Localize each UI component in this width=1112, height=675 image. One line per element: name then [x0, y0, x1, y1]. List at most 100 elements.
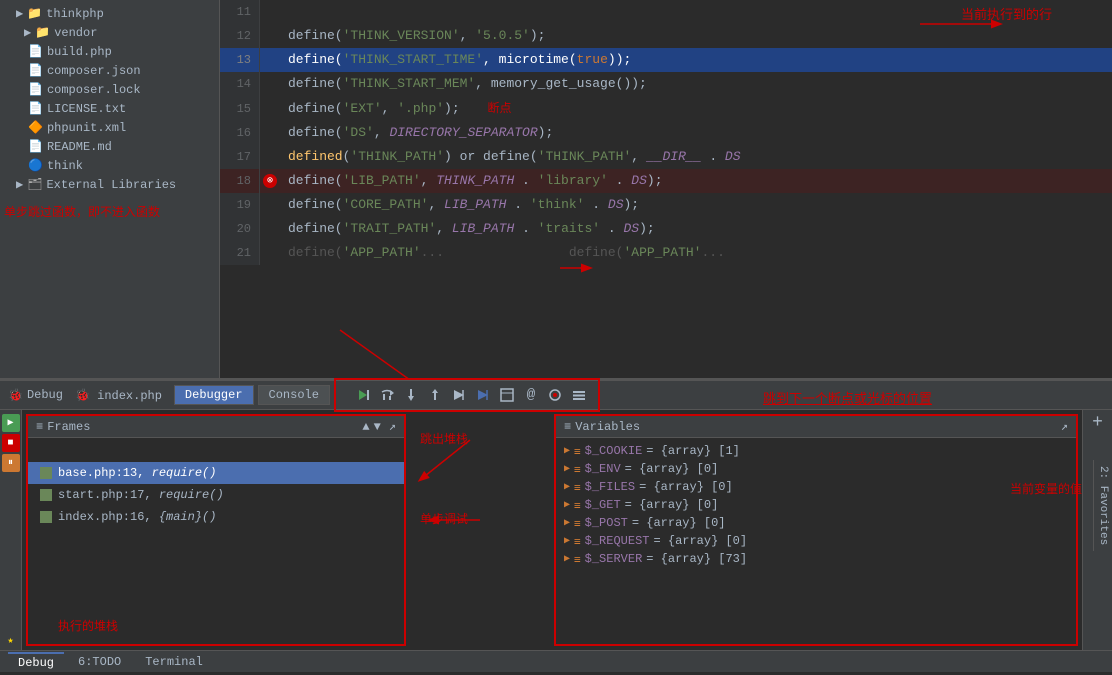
vars-title: Variables: [575, 420, 640, 434]
bottom-panel: ▶ ■ ⏸ ★ ≡ Frames ▲ ▼ ↗ base: [0, 410, 1112, 650]
step-over-button[interactable]: [376, 384, 398, 406]
file-tree-item[interactable]: 🔶 phpunit.xml: [0, 118, 219, 137]
var-value: = {array} [0]: [653, 534, 747, 548]
bottom-tab-terminal[interactable]: Terminal: [135, 653, 213, 671]
frames-expand-btn[interactable]: ↗: [389, 419, 396, 434]
frame-icon: [40, 467, 52, 479]
breakpoint-marker: [260, 217, 280, 241]
line-number: 15: [220, 96, 260, 121]
debug-toolbar: @: [346, 382, 596, 408]
frame-item[interactable]: base.php:13, require(): [28, 462, 404, 484]
line-number: 19: [220, 193, 260, 217]
file-tree-item[interactable]: ▶ 🗂 External Libraries: [0, 175, 219, 194]
code-line-13: 13 define('THINK_START_TIME', microtime(…: [220, 48, 1112, 72]
folder-icon3: 🗂: [27, 177, 42, 192]
var-icon: ≡: [574, 535, 581, 548]
bottom-tab-todo[interactable]: 6:TODO: [68, 653, 131, 671]
code-line-16: 16 define('DS', DIRECTORY_SEPARATOR);: [220, 121, 1112, 145]
code-line-12: 12 define('THINK_VERSION', '5.0.5');: [220, 24, 1112, 48]
breakpoint-marker: [260, 72, 280, 96]
var-item[interactable]: ▶ ≡ $_COOKIE = {array} [1]: [564, 442, 1068, 460]
xml-file-icon: 🔶: [28, 120, 43, 135]
vars-icon: ≡: [564, 420, 571, 434]
var-icon: ≡: [574, 517, 581, 530]
evaluate-button[interactable]: [472, 384, 494, 406]
frames-button[interactable]: [496, 384, 518, 406]
line-number: 16: [220, 121, 260, 145]
line-number: 20: [220, 217, 260, 241]
pause-side-btn[interactable]: ⏸: [2, 454, 20, 472]
record-button[interactable]: [544, 384, 566, 406]
file-tree-label: phpunit.xml: [47, 121, 126, 135]
file-tree-item[interactable]: 📄 build.php: [0, 42, 219, 61]
file-tree-label: composer.json: [47, 64, 141, 78]
file-tree-item[interactable]: 📄 composer.lock: [0, 80, 219, 99]
file-tree-label: vendor: [54, 26, 97, 40]
frames-arrows: ▲ ▼: [362, 420, 380, 434]
favorites-tab[interactable]: 2: Favorites: [1093, 460, 1112, 551]
code-line-20: 20 define('TRAIT_PATH', LIB_PATH . 'trai…: [220, 217, 1112, 241]
jump-next-annotation: 跳到下一个断点或光标的位置: [763, 388, 932, 407]
file-tree-item[interactable]: 📄 README.md: [0, 137, 219, 156]
file-tree-item[interactable]: 🔵 think: [0, 156, 219, 175]
line-number: 17: [220, 145, 260, 169]
console-tab[interactable]: Console: [258, 385, 330, 405]
var-name: $_ENV: [585, 462, 621, 476]
step-out-button[interactable]: [424, 384, 446, 406]
resume-button[interactable]: [352, 384, 374, 406]
breakpoint-marker: [260, 121, 280, 145]
frames-down-btn[interactable]: ▼: [374, 420, 381, 434]
var-value: = {array} [0]: [625, 498, 719, 512]
stop-side-btn[interactable]: ■: [2, 434, 20, 452]
var-name: $_COOKIE: [585, 444, 643, 458]
var-name: $_GET: [585, 498, 621, 512]
star-btn[interactable]: ★: [2, 632, 20, 650]
var-expand-icon: ▶: [564, 553, 570, 565]
line-number: 21: [220, 241, 260, 265]
editor-area: ▶ 📁 thinkphp ▶ 📁 vendor 📄 build.php 📄 co…: [0, 0, 1112, 380]
bottom-tab-debug[interactable]: Debug: [8, 652, 64, 672]
var-item[interactable]: ▶ ≡ $_GET = {array} [0]: [564, 496, 1068, 514]
frames-up-btn[interactable]: ▲: [362, 420, 369, 434]
php-file-icon: 📄: [28, 44, 43, 59]
var-item[interactable]: ▶ ≡ $_SERVER = {array} [73]: [564, 550, 1068, 568]
file-tree-item[interactable]: ▶ 📁 vendor: [0, 23, 219, 42]
code-lines: 11 12 define('THINK_VERSION', '5.0.5'); …: [220, 0, 1112, 265]
arrow-svg: [410, 410, 550, 610]
var-name: $_REQUEST: [585, 534, 650, 548]
breakpoint-marker: [260, 96, 280, 121]
var-item[interactable]: ▶ ≡ $_REQUEST = {array} [0]: [564, 532, 1068, 550]
at-button[interactable]: @: [520, 384, 542, 406]
code-content: [280, 0, 1112, 24]
resume-side-btn[interactable]: ▶: [2, 414, 20, 432]
file-tree-item[interactable]: ▶ 📁 thinkphp: [0, 4, 219, 23]
line-number: 13: [220, 48, 260, 72]
var-icon: ≡: [574, 499, 581, 512]
code-line-21: 21 define('APP_PATH'... define('APP_PATH…: [220, 241, 1112, 265]
file-tree-item[interactable]: 📄 LICENSE.txt: [0, 99, 219, 118]
file-tree-item[interactable]: 📄 composer.json: [0, 61, 219, 80]
settings-button[interactable]: [568, 384, 590, 406]
run-to-cursor-button[interactable]: [448, 384, 470, 406]
line-number: 18: [220, 169, 260, 193]
debug-bar: 🐞 Debug 🐞 index.php Debugger Console: [0, 380, 1112, 410]
frame-item[interactable]: start.php:17, require(): [28, 484, 404, 506]
file-tree-label: External Libraries: [46, 178, 176, 192]
vars-expand-btn[interactable]: ↗: [1061, 419, 1068, 434]
step-into-button[interactable]: [400, 384, 422, 406]
var-item[interactable]: ▶ ≡ $_FILES = {array} [0]: [564, 478, 1068, 496]
var-expand-icon: ▶: [564, 517, 570, 529]
var-value: = {array} [73]: [646, 552, 747, 566]
frame-item[interactable]: index.php:16, {main}(): [28, 506, 404, 528]
variables-header: ≡ Variables ↗: [556, 416, 1076, 438]
breakpoint-marker: [260, 145, 280, 169]
frame-icon: [40, 489, 52, 501]
var-item[interactable]: ▶ ≡ $_ENV = {array} [0]: [564, 460, 1068, 478]
var-item[interactable]: ▶ ≡ $_POST = {array} [0]: [564, 514, 1068, 532]
debugger-tab[interactable]: Debugger: [174, 385, 254, 405]
line-number: 12: [220, 24, 260, 48]
breakpoint-marker: [260, 48, 280, 72]
add-watch-btn[interactable]: +: [1092, 414, 1103, 432]
var-value: = {array} [0]: [625, 462, 719, 476]
code-line-17: 17 defined('THINK_PATH') or define('THIN…: [220, 145, 1112, 169]
